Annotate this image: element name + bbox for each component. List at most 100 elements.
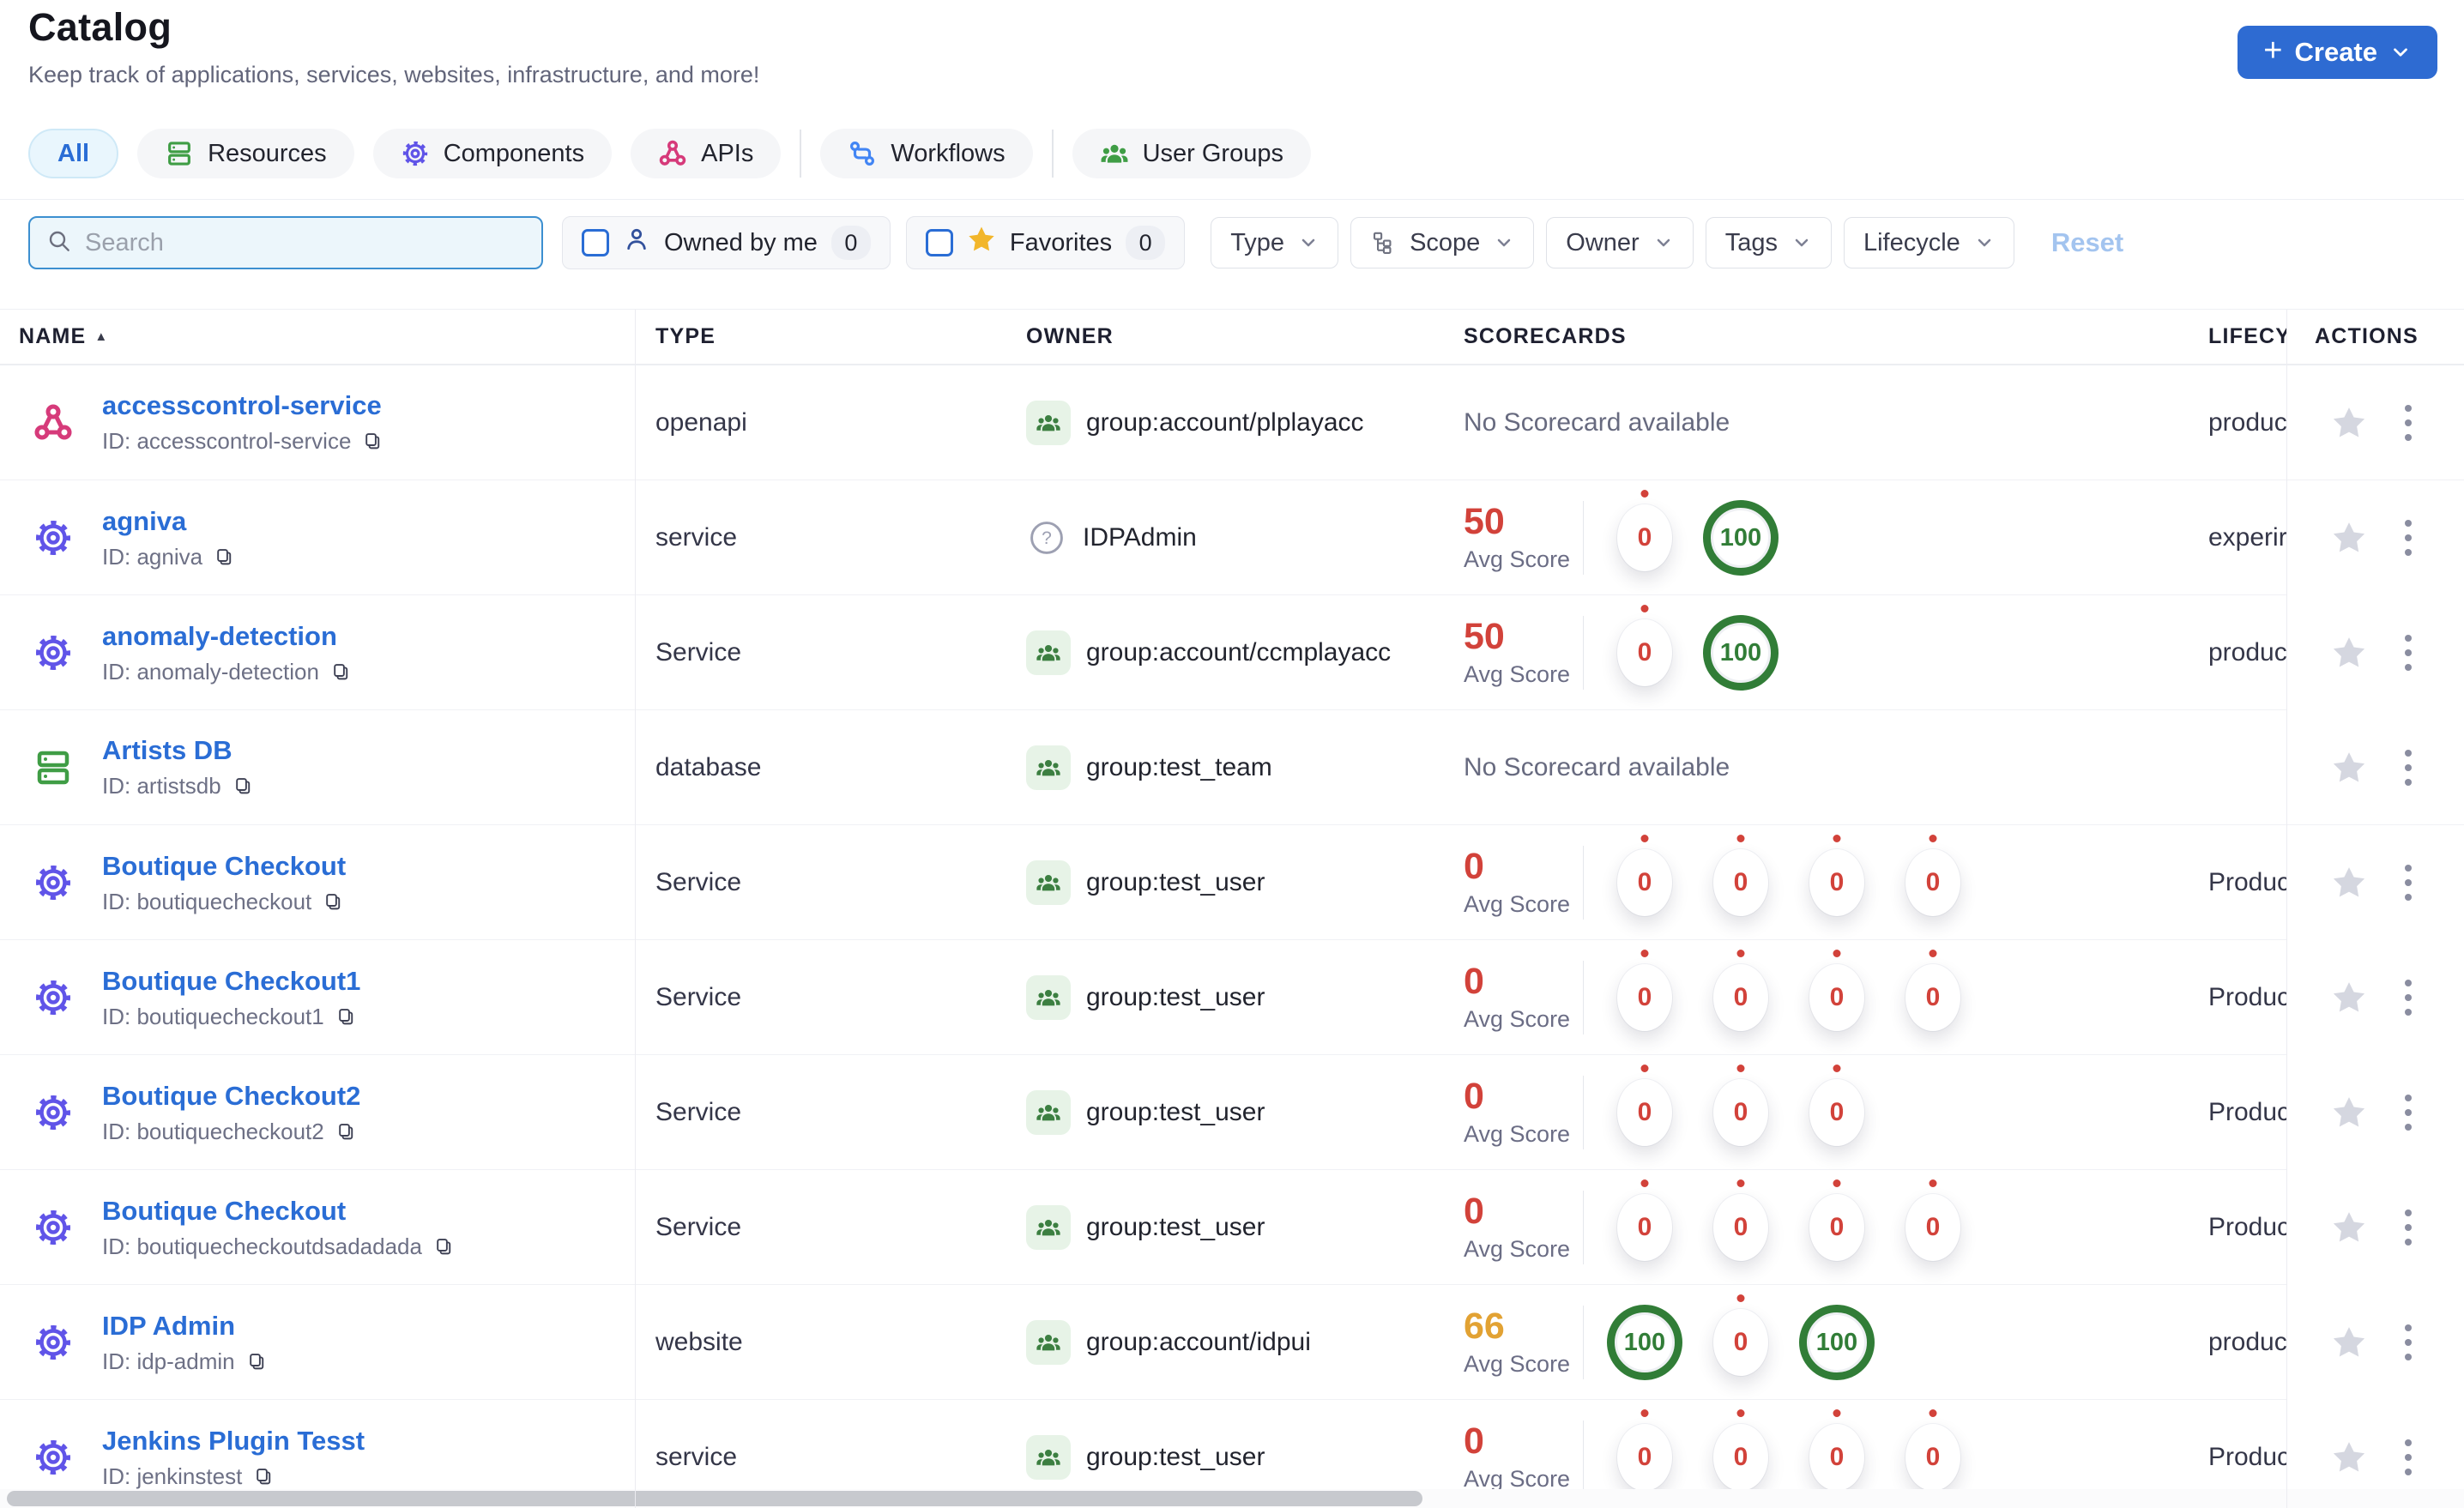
copy-icon[interactable] bbox=[335, 1120, 358, 1143]
more-actions-button[interactable] bbox=[2393, 1433, 2424, 1482]
entity-name-link[interactable]: Boutique Checkout1 bbox=[102, 966, 360, 996]
entity-name-link[interactable]: Boutique Checkout2 bbox=[102, 1081, 360, 1111]
favorite-star-button[interactable] bbox=[2331, 1439, 2367, 1475]
scorecard-score-badge[interactable]: 0 bbox=[1905, 1409, 1960, 1491]
scorecard-score-badge[interactable]: 0 bbox=[1617, 605, 1672, 686]
entity-name-link[interactable]: accesscontrol-service bbox=[102, 390, 382, 420]
entity-name-link[interactable]: Artists DB bbox=[102, 735, 233, 765]
tab-group-divider bbox=[800, 130, 802, 178]
favorite-star-button[interactable] bbox=[2331, 635, 2367, 671]
favorite-star-button[interactable] bbox=[2331, 750, 2367, 786]
owner-label: group:test_user bbox=[1086, 983, 1265, 1011]
scorecard-score-badge[interactable]: 0 bbox=[1809, 1065, 1864, 1146]
more-actions-button[interactable] bbox=[2393, 1203, 2424, 1252]
entity-name-link[interactable]: Boutique Checkout bbox=[102, 1196, 346, 1226]
scorecard-score-badge[interactable]: 0 bbox=[1617, 835, 1672, 916]
favorite-star-button[interactable] bbox=[2331, 1324, 2367, 1360]
entity-name-link[interactable]: Jenkins Plugin Tesst bbox=[102, 1426, 365, 1456]
tab-components[interactable]: Components bbox=[372, 129, 613, 178]
more-actions-button[interactable] bbox=[2393, 398, 2424, 448]
create-button[interactable]: + Create bbox=[2238, 26, 2437, 79]
owned-by-me-filter[interactable]: Owned by me 0 bbox=[562, 216, 891, 269]
entity-name-link[interactable]: anomaly-detection bbox=[102, 621, 337, 651]
scope-filter-dropdown[interactable]: Scope bbox=[1350, 217, 1535, 268]
scorecard-score-badge[interactable]: 0 bbox=[1809, 835, 1864, 916]
favorites-checkbox[interactable] bbox=[925, 229, 953, 256]
tab-resources[interactable]: Resources bbox=[137, 129, 354, 178]
scorecard-score-badge[interactable]: 100 bbox=[1799, 1305, 1875, 1380]
type-cell: database bbox=[655, 752, 762, 781]
copy-icon[interactable] bbox=[335, 1005, 358, 1028]
copy-icon[interactable] bbox=[361, 430, 384, 453]
table-row: Boutique Checkout1 ID: boutiquecheckout1 S… bbox=[0, 940, 2464, 1055]
entity-name-link[interactable]: Boutique Checkout bbox=[102, 851, 346, 881]
copy-icon[interactable] bbox=[213, 546, 236, 569]
chevron-down-icon bbox=[1974, 232, 1995, 253]
scorecard-checks: 000 bbox=[1597, 1055, 1885, 1170]
search-icon bbox=[45, 227, 73, 259]
copy-icon[interactable] bbox=[252, 1465, 275, 1488]
owned-by-me-checkbox[interactable] bbox=[582, 229, 609, 256]
scorecard-score-badge[interactable]: 0 bbox=[1713, 835, 1768, 916]
type-cell: Service bbox=[655, 1098, 742, 1126]
search-box[interactable] bbox=[28, 216, 543, 269]
scorecard-score-badge[interactable]: 100 bbox=[1703, 500, 1779, 576]
more-actions-button[interactable] bbox=[2393, 1318, 2424, 1367]
column-header-name[interactable]: NAME ▲ bbox=[0, 324, 635, 349]
scorecard-score-badge[interactable]: 0 bbox=[1713, 1409, 1768, 1491]
scorecard-check-slot: 0 bbox=[1693, 1170, 1789, 1285]
search-input[interactable] bbox=[85, 228, 526, 257]
more-actions-button[interactable] bbox=[2393, 1088, 2424, 1137]
favorite-star-button[interactable] bbox=[2331, 865, 2367, 901]
gear-icon bbox=[32, 1322, 75, 1363]
more-actions-button[interactable] bbox=[2393, 513, 2424, 563]
more-actions-button[interactable] bbox=[2393, 628, 2424, 678]
tags-filter-dropdown[interactable]: Tags bbox=[1705, 217, 1832, 268]
scorecard-score-badge[interactable]: 100 bbox=[1607, 1305, 1682, 1380]
favorite-star-button[interactable] bbox=[2331, 405, 2367, 441]
scorecard-score-badge[interactable]: 0 bbox=[1713, 1065, 1768, 1146]
scorecard-score-badge[interactable]: 0 bbox=[1617, 490, 1672, 571]
tab-user-groups[interactable]: User Groups bbox=[1072, 129, 1311, 178]
scorecard-score-badge[interactable]: 0 bbox=[1713, 1179, 1768, 1261]
tab-apis[interactable]: APIs bbox=[631, 129, 782, 178]
lifecycle-filter-dropdown[interactable]: Lifecycle bbox=[1843, 217, 2014, 268]
copy-icon[interactable] bbox=[232, 775, 255, 798]
tab-workflows[interactable]: Workflows bbox=[820, 129, 1033, 178]
more-actions-button[interactable] bbox=[2393, 858, 2424, 908]
lifecycle-cell: Produc bbox=[2208, 868, 2286, 896]
scorecard-check-slot: 0 bbox=[1693, 940, 1789, 1055]
scorecard-score-badge[interactable]: 0 bbox=[1905, 950, 1960, 1031]
tab-all[interactable]: All bbox=[28, 129, 119, 178]
favorite-star-button[interactable] bbox=[2331, 980, 2367, 1016]
scorecard-score-badge[interactable]: 0 bbox=[1617, 1409, 1672, 1491]
scorecard-score-badge[interactable]: 0 bbox=[1617, 1179, 1672, 1261]
entity-name-link[interactable]: IDP Admin bbox=[102, 1311, 235, 1341]
more-actions-button[interactable] bbox=[2393, 973, 2424, 1022]
scorecard-score-badge[interactable]: 0 bbox=[1809, 950, 1864, 1031]
favorite-star-button[interactable] bbox=[2331, 520, 2367, 556]
copy-icon[interactable] bbox=[245, 1350, 269, 1373]
scorecard-score-badge[interactable]: 0 bbox=[1905, 1179, 1960, 1261]
copy-icon[interactable] bbox=[432, 1235, 456, 1258]
horizontal-scrollbar-thumb[interactable] bbox=[7, 1491, 1422, 1506]
scorecard-score-badge[interactable]: 0 bbox=[1713, 1294, 1768, 1376]
copy-icon[interactable] bbox=[322, 890, 345, 914]
type-filter-dropdown[interactable]: Type bbox=[1211, 217, 1339, 268]
scorecard-score-badge[interactable]: 0 bbox=[1905, 835, 1960, 916]
scorecard-score-badge[interactable]: 100 bbox=[1703, 615, 1779, 691]
favorites-filter[interactable]: Favorites 0 bbox=[905, 216, 1186, 269]
more-actions-button[interactable] bbox=[2393, 743, 2424, 793]
scorecard-score-badge[interactable]: 0 bbox=[1617, 950, 1672, 1031]
favorite-star-button[interactable] bbox=[2331, 1095, 2367, 1131]
scorecard-score-badge[interactable]: 0 bbox=[1809, 1409, 1864, 1491]
scorecard-divider bbox=[1583, 846, 1584, 920]
owner-filter-dropdown[interactable]: Owner bbox=[1546, 217, 1694, 268]
favorite-star-button[interactable] bbox=[2331, 1209, 2367, 1246]
reset-filters-button[interactable]: Reset bbox=[2051, 227, 2123, 258]
scorecard-score-badge[interactable]: 0 bbox=[1809, 1179, 1864, 1261]
scorecard-score-badge[interactable]: 0 bbox=[1713, 950, 1768, 1031]
copy-icon[interactable] bbox=[329, 661, 353, 684]
entity-name-link[interactable]: agniva bbox=[102, 506, 186, 536]
scorecard-score-badge[interactable]: 0 bbox=[1617, 1065, 1672, 1146]
